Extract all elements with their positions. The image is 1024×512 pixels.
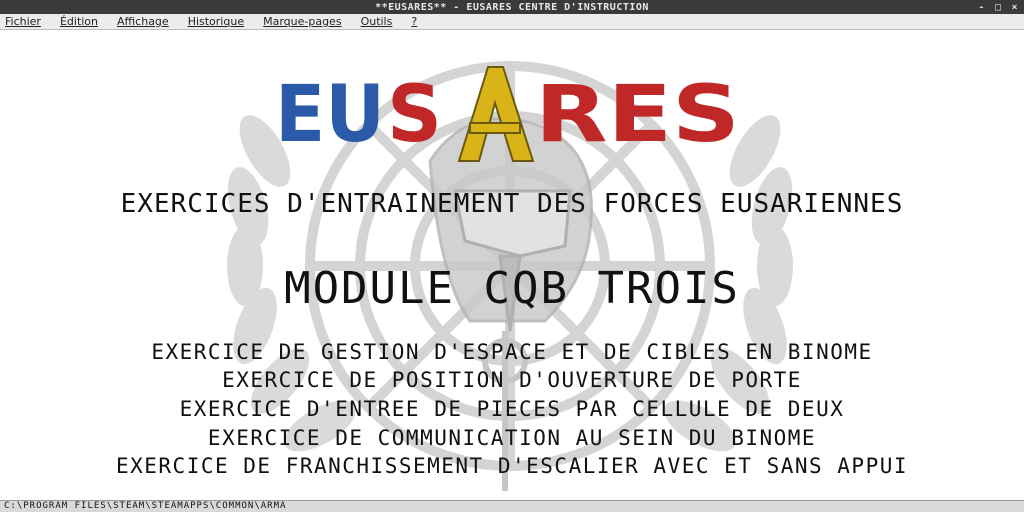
menu-marque-pages[interactable]: Marque-pages [263, 15, 341, 28]
close-button[interactable]: × [1011, 2, 1018, 13]
maximize-button[interactable]: □ [995, 2, 1002, 13]
exercise-item: EXERCICE DE COMMUNICATION AU SEIN DU BIN… [207, 426, 817, 450]
svg-text:EU: EU [275, 70, 385, 160]
exercise-item: EXERCICE DE POSITION D'OUVERTURE DE PORT… [222, 368, 802, 392]
title-bar: **EUSARES** - EUSARES CENTRE D'INSTRUCTI… [0, 0, 1024, 14]
eusares-logo-icon: EU S RES [275, 66, 740, 162]
exercise-item: EXERCICE D'ENTREE DE PIECES PAR CELLULE … [179, 397, 845, 421]
svg-text:S: S [387, 70, 442, 160]
window-controls: - □ × [978, 0, 1018, 14]
menu-outils[interactable]: Outils [361, 15, 393, 28]
module-title: MODULE CQB TROIS [284, 263, 740, 314]
svg-text:RES: RES [535, 70, 740, 160]
window-title: **EUSARES** - EUSARES CENTRE D'INSTRUCTI… [375, 1, 649, 13]
document-area: EU S RES EXERCICES D'ENTRAINEMENT DES FO… [0, 31, 1024, 500]
menu-fichier[interactable]: Fichier [5, 15, 41, 28]
status-path: C:\PROGRAM FILES\STEAM\STEAMAPPS\COMMON\… [4, 501, 287, 511]
status-bar: C:\PROGRAM FILES\STEAM\STEAMAPPS\COMMON\… [0, 500, 1024, 512]
exercise-item: EXERCICE DE FRANCHISSEMENT D'ESCALIER AV… [115, 454, 908, 478]
menu-affichage[interactable]: Affichage [117, 15, 169, 28]
menu-historique[interactable]: Historique [188, 15, 244, 28]
menu-bar: Fichier Édition Affichage Historique Mar… [0, 14, 1024, 30]
exercise-item: EXERCICE DE GESTION D'ESPACE ET DE CIBLE… [151, 340, 873, 364]
menu-help[interactable]: ? [411, 15, 417, 28]
minimize-button[interactable]: - [978, 2, 985, 13]
subtitle: EXERCICES D'ENTRAINEMENT DES FORCES EUSA… [120, 189, 904, 219]
menu-edition[interactable]: Édition [60, 15, 98, 28]
